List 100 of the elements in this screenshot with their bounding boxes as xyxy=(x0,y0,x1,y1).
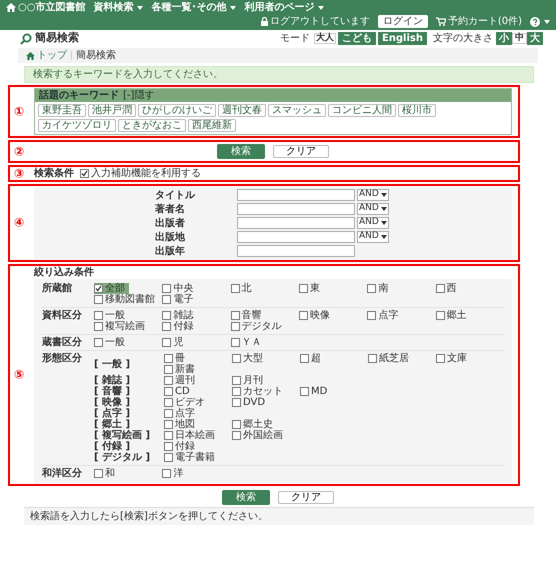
checkbox[interactable] xyxy=(164,398,173,407)
operator-select[interactable]: AND xyxy=(357,231,389,243)
mode-toggle[interactable]: 大人 xyxy=(314,32,336,44)
checkbox[interactable] xyxy=(94,284,103,293)
home-link[interactable]: ○○市立図書館 xyxy=(6,2,86,13)
checkbox-option[interactable]: MD xyxy=(300,386,332,397)
checkbox[interactable] xyxy=(162,311,172,320)
checkbox-option[interactable]: 大型 xyxy=(232,353,267,364)
checkbox[interactable] xyxy=(164,387,173,396)
input-field[interactable] xyxy=(237,245,355,257)
checkbox-option[interactable]: 洋 xyxy=(162,468,188,479)
checkbox-option[interactable]: 一般 xyxy=(94,337,129,348)
checkbox[interactable] xyxy=(164,453,173,462)
checkbox-option[interactable]: 南 xyxy=(367,283,392,294)
checkbox[interactable] xyxy=(230,322,240,331)
keyword-chip[interactable]: ひがしのけいご xyxy=(138,104,216,117)
checkbox[interactable] xyxy=(300,387,309,396)
checkbox[interactable] xyxy=(164,354,173,363)
checkbox-option[interactable]: ＹＡ xyxy=(230,337,266,348)
operator-select[interactable]: AND xyxy=(357,189,389,201)
checkbox-option[interactable]: 雑誌 xyxy=(162,310,198,321)
input-field[interactable] xyxy=(237,203,355,215)
checkbox-option[interactable]: 東 xyxy=(299,283,324,294)
nav-menu[interactable]: 利用者のページ xyxy=(244,2,324,13)
checkbox[interactable] xyxy=(232,376,241,385)
checkbox-option[interactable]: 移動図書館 xyxy=(94,294,159,305)
checkbox[interactable] xyxy=(232,354,241,363)
checkbox-option[interactable]: 月刊 xyxy=(232,375,267,386)
checkbox-option[interactable]: 西 xyxy=(436,283,461,294)
keyword-chip[interactable]: 池井戸潤 xyxy=(88,104,136,117)
operator-select[interactable]: AND xyxy=(357,203,389,215)
operator-select[interactable]: AND xyxy=(357,217,389,229)
hide-toggle[interactable]: [-]隠す xyxy=(123,90,154,101)
checkbox-option[interactable]: 電子 xyxy=(162,294,198,305)
checkbox-option[interactable]: ビデオ xyxy=(164,397,209,408)
checkbox[interactable] xyxy=(94,322,103,331)
checkbox[interactable] xyxy=(368,354,377,363)
checkbox-option[interactable]: CD xyxy=(164,386,194,397)
checkbox-option[interactable]: 超 xyxy=(300,353,325,364)
checkbox-option[interactable]: 児 xyxy=(162,337,188,348)
nav-menu[interactable]: 各種一覧･その他 xyxy=(151,2,236,13)
checkbox-option[interactable]: DVD xyxy=(232,397,270,408)
checkbox[interactable] xyxy=(299,284,308,293)
checkbox[interactable] xyxy=(80,169,89,178)
checkbox[interactable] xyxy=(162,338,172,347)
checkbox[interactable] xyxy=(230,311,240,320)
checkbox-option[interactable]: 和 xyxy=(94,468,119,479)
checkbox-option[interactable]: 郷土史 xyxy=(232,419,277,430)
checkbox[interactable] xyxy=(162,322,172,331)
checkbox-option[interactable]: 付録 xyxy=(162,321,198,332)
checkbox-option[interactable]: 一般 xyxy=(94,310,129,321)
keyword-chip[interactable]: 東野圭吾 xyxy=(38,104,86,117)
checkbox[interactable] xyxy=(94,469,103,478)
checkbox[interactable] xyxy=(232,387,241,396)
checkbox[interactable] xyxy=(367,311,376,320)
input-field[interactable] xyxy=(237,231,355,243)
checkbox-option[interactable]: 音響 xyxy=(230,310,266,321)
checkbox[interactable] xyxy=(94,338,103,347)
breadcrumb-link[interactable]: トップ xyxy=(26,50,67,61)
checkbox-option[interactable]: 郷土 xyxy=(436,310,471,321)
checkbox[interactable] xyxy=(232,420,241,429)
checkbox[interactable] xyxy=(164,365,173,374)
keyword-chip[interactable]: 週刊文春 xyxy=(218,104,266,117)
checkbox-option[interactable]: 新書 xyxy=(164,364,199,375)
keyword-chip[interactable]: ときがなおこ xyxy=(118,119,186,132)
checkbox-option[interactable]: 週刊 xyxy=(164,375,199,386)
checkbox[interactable] xyxy=(367,284,376,293)
checkbox[interactable] xyxy=(162,469,172,478)
checkbox[interactable] xyxy=(230,338,240,347)
checkbox-option[interactable]: 中央 xyxy=(162,283,198,294)
checkbox-option[interactable]: 北 xyxy=(230,283,256,294)
nav-menu[interactable]: 資料検索 xyxy=(93,2,144,13)
input-field[interactable] xyxy=(237,189,355,201)
checkbox-option[interactable]: 日本絵画 xyxy=(164,430,219,441)
checkbox-option[interactable]: 冊 xyxy=(164,353,189,364)
keyword-chip[interactable]: 桜川市 xyxy=(398,104,436,117)
checkbox-option[interactable]: 複写絵画 xyxy=(94,321,149,332)
font-size-toggle[interactable]: 大 xyxy=(527,32,543,45)
checkbox[interactable] xyxy=(232,398,241,407)
search-button[interactable]: 検索 xyxy=(217,144,265,159)
checkbox-option[interactable]: 付録 xyxy=(164,441,199,452)
checkbox-option[interactable]: 点字 xyxy=(367,310,402,321)
login-button[interactable]: ログイン xyxy=(378,15,428,28)
checkbox[interactable] xyxy=(300,354,309,363)
checkbox-option[interactable]: 映像 xyxy=(299,310,334,321)
checkbox-option[interactable]: 点字 xyxy=(164,408,199,419)
font-size-toggle[interactable]: 小 xyxy=(496,32,512,45)
mode-toggle[interactable]: English xyxy=(378,32,427,45)
checkbox[interactable] xyxy=(299,311,308,320)
checkbox[interactable] xyxy=(94,311,103,320)
checkbox-option[interactable]: カセット xyxy=(232,386,287,397)
checkbox[interactable] xyxy=(94,295,103,304)
checkbox[interactable] xyxy=(164,431,173,440)
input-field[interactable] xyxy=(237,217,355,229)
checkbox-option[interactable]: 地図 xyxy=(164,419,199,430)
clear-button[interactable]: クリア xyxy=(278,491,334,504)
clear-button[interactable]: クリア xyxy=(273,145,329,158)
mode-toggle[interactable]: こども xyxy=(338,32,376,45)
keyword-chip[interactable]: スマッシュ xyxy=(268,104,326,117)
checkbox[interactable] xyxy=(162,295,172,304)
